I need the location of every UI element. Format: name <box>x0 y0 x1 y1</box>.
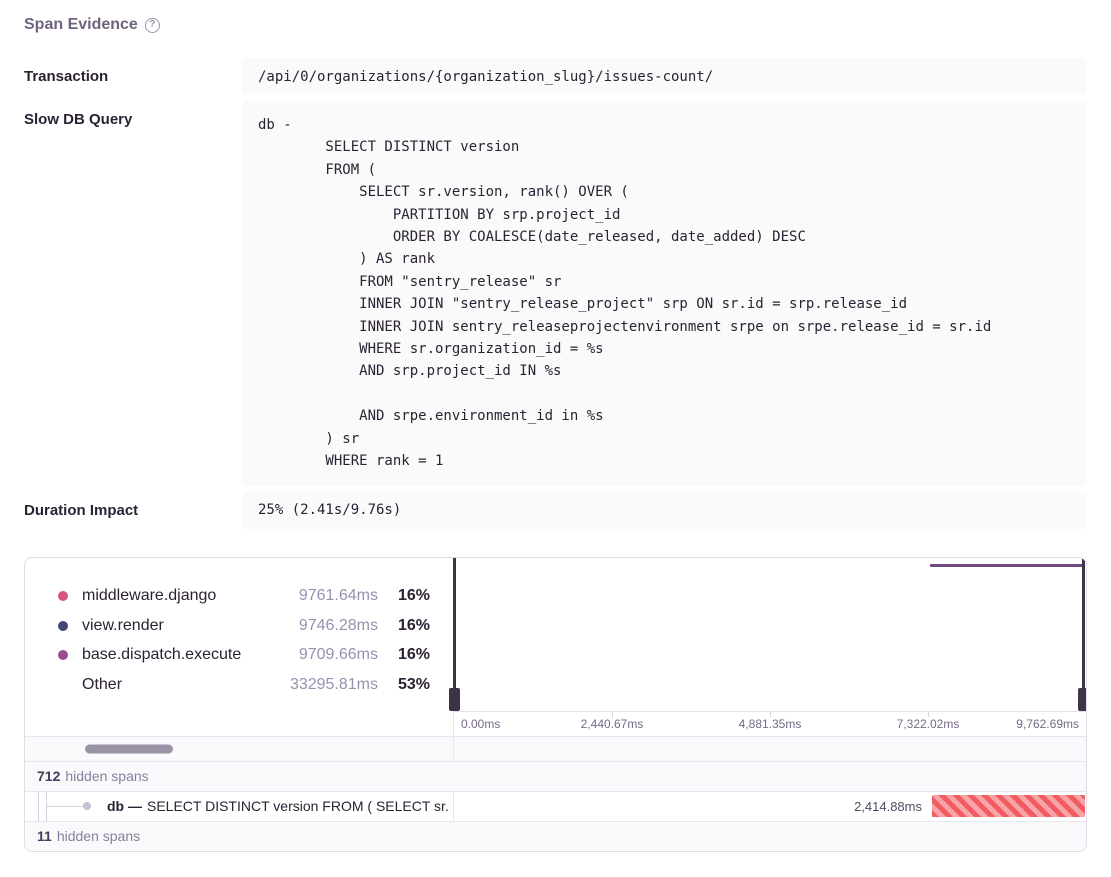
hidden-spans-row-top[interactable]: 712 hidden spans <box>25 761 1086 791</box>
legend-dot <box>58 680 68 690</box>
legend-op-duration: 9761.64ms <box>268 587 378 605</box>
axis-spacer <box>25 711 454 736</box>
duration-impact-value: 25% (2.41s/9.76s) <box>242 492 1087 529</box>
legend-op-percent: 16% <box>378 646 430 664</box>
legend-dot <box>58 650 68 660</box>
sql-query-text: db - SELECT DISTINCT version FROM ( SELE… <box>258 114 1071 473</box>
span-duration-bar <box>932 795 1085 817</box>
hidden-spans-label: hidden spans <box>57 828 140 844</box>
hidden-spans-count: 712 <box>37 768 60 784</box>
legend-op-name: Other <box>82 676 268 694</box>
transaction-label: Transaction <box>24 58 242 85</box>
hidden-spans-count: 11 <box>37 828 52 844</box>
transaction-value: /api/0/organizations/{organization_slug}… <box>242 58 1087 95</box>
span-row-description[interactable]: db — SELECT DISTINCT version FROM ( SELE… <box>25 791 454 821</box>
slow-db-query-label: Slow DB Query <box>24 101 242 128</box>
span-query-snippet: SELECT DISTINCT version FROM ( SELECT sr… <box>147 798 449 814</box>
duration-impact-row: Duration Impact 25% (2.41s/9.76s) <box>24 492 1087 529</box>
legend-dot <box>58 591 68 601</box>
trace-minimap[interactable] <box>454 558 1086 711</box>
axis-tick-label: 2,440.67ms <box>581 717 644 731</box>
tree-node-dot <box>83 802 91 810</box>
span-tree-scrollbar-thumb[interactable] <box>85 744 173 753</box>
hidden-spans-label: hidden spans <box>65 768 148 784</box>
time-axis: 0.00ms 2,440.67ms 4,881.35ms 7,322.02ms … <box>454 711 1086 736</box>
page-title: Span Evidence <box>24 16 138 34</box>
span-row-timing[interactable]: 2,414.88ms <box>454 791 1086 821</box>
section-header: Span Evidence ? <box>24 16 1087 34</box>
legend-op-name: base.dispatch.execute <box>82 646 268 664</box>
hidden-spans-row-bottom[interactable]: 11 hidden spans <box>25 821 1086 851</box>
legend-op-percent: 16% <box>378 587 430 605</box>
slow-db-query-value: db - SELECT DISTINCT version FROM ( SELE… <box>242 101 1087 486</box>
minimap-left-grabber-handle[interactable] <box>449 688 460 711</box>
axis-tick-label: 0.00ms <box>461 717 500 731</box>
legend-op-duration: 9709.66ms <box>268 646 378 664</box>
slow-db-query-row: Slow DB Query db - SELECT DISTINCT versi… <box>24 101 1087 486</box>
legend-op-name: view.render <box>82 617 268 635</box>
legend-item: base.dispatch.execute 9709.66ms 16% <box>58 641 430 671</box>
legend-op-percent: 53% <box>378 676 430 694</box>
span-duration: 2,414.88ms <box>854 792 922 821</box>
legend-op-name: middleware.django <box>82 587 268 605</box>
transaction-row: Transaction /api/0/organizations/{organi… <box>24 58 1087 95</box>
tree-connector-line <box>46 806 87 807</box>
legend-dot <box>58 621 68 631</box>
minimap-right-grabber-handle[interactable] <box>1078 688 1087 711</box>
scrollbar-spacer <box>454 736 1086 761</box>
op-breakdown-legend: middleware.django 9761.64ms 16% view.ren… <box>25 558 454 711</box>
axis-tick-label: 9,762.69ms <box>1016 717 1079 731</box>
span-op-label: db — <box>107 798 142 814</box>
axis-tick-label: 4,881.35ms <box>739 717 802 731</box>
span-description-text: db — SELECT DISTINCT version FROM ( SELE… <box>107 792 453 821</box>
axis-tick-label: 7,322.02ms <box>897 717 960 731</box>
legend-op-percent: 16% <box>378 617 430 635</box>
minimap-span-line <box>930 564 1084 567</box>
span-waterfall-panel: middleware.django 9761.64ms 16% view.ren… <box>24 557 1087 852</box>
tree-connector-line <box>38 792 39 821</box>
duration-impact-label: Duration Impact <box>24 492 242 519</box>
legend-item: view.render 9746.28ms 16% <box>58 611 430 641</box>
legend-op-duration: 9746.28ms <box>268 617 378 635</box>
legend-item: middleware.django 9761.64ms 16% <box>58 582 430 612</box>
span-tree-scrollbar-track <box>25 736 454 761</box>
help-icon[interactable]: ? <box>145 18 160 33</box>
legend-item: Other 33295.81ms 53% <box>58 670 430 700</box>
legend-op-duration: 33295.81ms <box>268 676 378 694</box>
span-evidence-section: Span Evidence ? Transaction /api/0/organ… <box>0 0 1111 852</box>
